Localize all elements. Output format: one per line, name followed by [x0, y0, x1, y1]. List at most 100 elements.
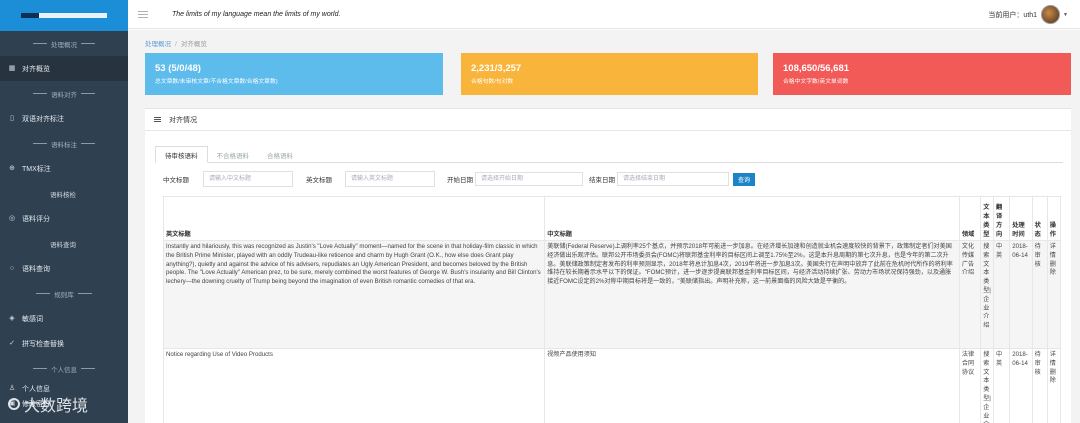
list-icon: [154, 117, 161, 122]
sidebar-subitem-query[interactable]: 语料查询: [0, 231, 128, 256]
cell-en-title: Notice regarding Use of Video Products: [162, 347, 546, 423]
sidebar-item-spell[interactable]: ✓ 拼写检查替换: [0, 331, 128, 356]
sidebar-subitem-check[interactable]: 语料核检: [0, 181, 128, 206]
menu-toggle-icon[interactable]: [138, 10, 148, 18]
sidebar-item-label: 语料评分: [22, 215, 50, 223]
end-date-input[interactable]: [617, 172, 729, 186]
section-heading-label: 规则库: [54, 291, 74, 299]
alignment-table: 英文标题 中文标题 领域 文本类型 翻译方向 处理时间 状态 操作 Instan…: [162, 196, 1062, 423]
logo[interactable]: [0, 0, 128, 31]
start-date-input[interactable]: [475, 172, 583, 186]
stat-card-sentences: 2,231/3,257 合格句数/句对数: [461, 53, 758, 95]
section-heading-label: 语料标注: [51, 141, 77, 149]
cell-domain: 文化传媒广告介绍: [958, 240, 982, 349]
breadcrumb-separator: /: [175, 41, 177, 48]
cell-text-type: 搜索文本类型|企业介: [980, 347, 995, 423]
sidebar-item-label: 拼写检查替换: [22, 340, 64, 348]
sidebar-item-score[interactable]: ◎ 语料评分: [0, 206, 128, 231]
tab-bar: 待审核语料 不合格语料 合格语料: [155, 146, 1063, 163]
current-user-label: 当前用户：uth1: [988, 11, 1038, 19]
sidebar-item-label: 语料查询: [22, 265, 50, 273]
panel-title: 对齐情况: [169, 116, 197, 124]
end-date-label: 结束日期: [589, 177, 615, 184]
section-heading-alignment: 语料对齐: [0, 81, 128, 106]
col-header-text-type: 文本类型: [980, 196, 995, 241]
cell-status: 待审核: [1031, 347, 1048, 423]
tab-qualified[interactable]: 合格语料: [258, 146, 302, 163]
watermark-text: 大数跨境: [24, 398, 89, 415]
sidebar-item-label: 敏感词: [22, 315, 43, 323]
cell-cn-title: 美联储(Federal Reserve)上调利率25个基点，并预示2018年可能…: [544, 240, 960, 349]
section-heading-label: 处理概况: [51, 41, 77, 49]
stat-label: 总文章数/未审核文章/不合格文章数/合格文章数): [155, 79, 278, 85]
section-heading-annotation: 语料标注: [0, 131, 128, 156]
cell-time: 2018-06-14: [1009, 240, 1033, 349]
cell-actions[interactable]: 详情删除: [1046, 240, 1062, 349]
section-heading-processing: 处理概况: [0, 31, 128, 56]
cell-cn-title: 视频产品使用须知: [544, 347, 960, 423]
cell-actions[interactable]: 详情删除: [1046, 347, 1062, 423]
spell-check-icon: ✓: [9, 339, 15, 347]
col-header-domain: 领域: [958, 196, 982, 241]
sidebar-item-search[interactable]: ○ 语料查询: [0, 256, 128, 281]
sidebar-item-label: 语料查询: [50, 241, 76, 249]
section-heading-personal: 个人信息: [0, 356, 128, 381]
top-bar: The limits of my language mean the limit…: [128, 0, 1080, 29]
target-icon: ◎: [8, 214, 16, 222]
sidebar-item-label: TMX标注: [22, 165, 51, 173]
col-header-en-title: 英文标题: [162, 196, 546, 241]
document-icon: ▯: [10, 114, 14, 122]
breadcrumb-current: 对齐概览: [180, 41, 207, 48]
col-header-status: 状态: [1031, 196, 1048, 241]
col-header-time: 处理时间: [1009, 196, 1033, 241]
sidebar-item-bilingual[interactable]: ▯ 双语对齐标注: [0, 106, 128, 131]
stat-label: 合格中文字数/英文单词数: [783, 79, 849, 85]
table-row: Instantly and hilariously, this was reco…: [162, 240, 1062, 349]
query-button[interactable]: 查询: [733, 172, 756, 186]
watermark-logo: 大数跨境: [8, 392, 88, 416]
tab-pending[interactable]: 待审核语料: [155, 146, 208, 163]
start-date-label: 开始日期: [447, 177, 473, 184]
avatar[interactable]: [1041, 5, 1061, 24]
logo-mark: [21, 13, 107, 18]
en-title-label: 英文标题: [306, 177, 332, 184]
cell-status: 待审核: [1031, 240, 1048, 349]
section-heading-label: 语料对齐: [51, 91, 77, 99]
panel-header: 对齐情况: [145, 109, 1071, 131]
stat-value: 2,231/3,257: [471, 63, 522, 74]
stat-value: 108,650/56,681: [783, 63, 850, 74]
sidebar-item-overview[interactable]: ▦ 对齐概览: [0, 56, 128, 81]
alignment-panel: 对齐情况 待审核语料 不合格语料 合格语料 中文标题 英文标题 开始日期 结束日…: [145, 108, 1071, 423]
cell-direction: 中英: [993, 347, 1011, 423]
sidebar-item-label: 对齐概览: [22, 65, 50, 73]
col-header-direction: 翻译方向: [993, 196, 1011, 241]
breadcrumb-home[interactable]: 处理概况: [145, 41, 171, 48]
col-header-cn-title: 中文标题: [544, 196, 960, 241]
section-heading-rules: 规则库: [0, 281, 128, 306]
cell-text-type: 搜索文本类型|企业介绍: [980, 240, 995, 349]
main-content: 处理概况 / 对齐概览 53 (5/0/48) 总文章数/未审核文章/不合格文章数/…: [128, 30, 1080, 423]
plus-circle-icon: ⊕: [9, 164, 15, 172]
grid-icon: ▦: [8, 64, 16, 72]
stat-card-words: 108,650/56,681 合格中文字数/英文单词数: [773, 53, 1071, 95]
search-icon: ○: [9, 264, 15, 272]
cn-title-input[interactable]: [203, 171, 293, 187]
sidebar-item-label: 语料核检: [50, 191, 76, 199]
en-title-input[interactable]: [345, 171, 435, 187]
breadcrumb: 处理概况 / 对齐概览: [145, 38, 207, 48]
user-menu[interactable]: 当前用户：uth1 ▼: [988, 5, 1068, 24]
sidebar-item-label: 双语对齐标注: [22, 115, 64, 123]
sidebar-item-sensitive[interactable]: ◈ 敏感词: [0, 306, 128, 331]
filter-bar: 中文标题 英文标题 开始日期 结束日期 查询: [163, 171, 756, 187]
app-root: 处理概况 ▦ 对齐概览 语料对齐 ▯ 双语对齐标注 语料标注 ⊕ TMX标注 语料核检…: [0, 0, 1080, 423]
watermark-icon: [8, 398, 20, 410]
sidebar-item-tmx[interactable]: ⊕ TMX标注: [0, 156, 128, 181]
chevron-down-icon[interactable]: ▼: [1063, 12, 1068, 18]
stat-label: 合格句数/句对数: [471, 79, 514, 85]
cell-domain: 法律合同协议: [958, 347, 982, 423]
col-header-ops: 操作: [1046, 196, 1062, 241]
cell-en-title: Instantly and hilariously, this was reco…: [162, 240, 546, 349]
cell-time: 2018-06-14: [1009, 347, 1033, 423]
tab-unqualified[interactable]: 不合格语料: [208, 146, 259, 163]
table-row: Notice regarding Use of Video Products 视…: [162, 347, 1062, 423]
